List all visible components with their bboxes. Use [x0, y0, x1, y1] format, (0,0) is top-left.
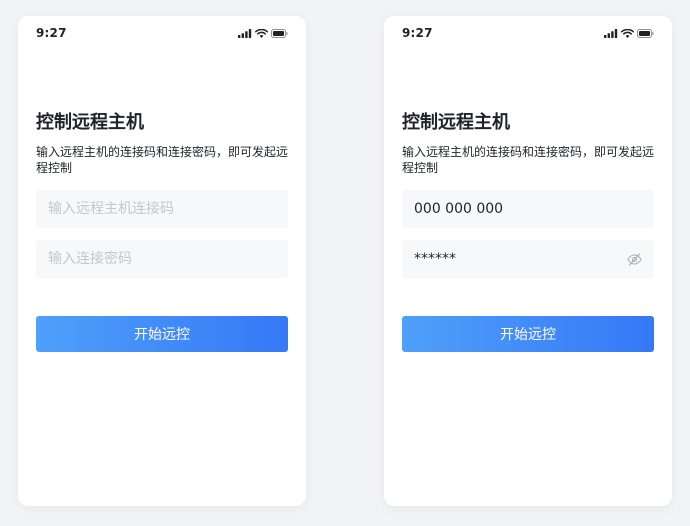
- connection-code-input[interactable]: [414, 190, 642, 228]
- page-description: 输入远程主机的连接码和连接密码，即可发起远程控制: [36, 145, 289, 175]
- status-icons: [238, 28, 288, 38]
- battery-icon: [637, 28, 654, 38]
- page-title: 控制远程主机: [36, 112, 144, 133]
- password-field[interactable]: [36, 240, 288, 278]
- status-bar: 9:27: [402, 24, 654, 42]
- connection-code-input[interactable]: [48, 190, 276, 228]
- status-time: 9:27: [402, 26, 433, 40]
- status-icons: [604, 28, 654, 38]
- status-bar: 9:27: [36, 24, 288, 42]
- signal-icon: [604, 28, 618, 38]
- page-description: 输入远程主机的连接码和连接密码，即可发起远程控制: [402, 145, 655, 175]
- battery-icon: [271, 28, 288, 38]
- connection-code-field[interactable]: [402, 190, 654, 228]
- signal-icon: [238, 28, 252, 38]
- password-input[interactable]: [48, 240, 276, 278]
- password-input[interactable]: [414, 240, 620, 278]
- password-field[interactable]: [402, 240, 654, 278]
- page-title: 控制远程主机: [402, 112, 510, 133]
- start-remote-control-button[interactable]: 开始远控: [36, 316, 288, 352]
- start-remote-control-button[interactable]: 开始远控: [402, 316, 654, 352]
- wifi-icon: [255, 28, 268, 38]
- connection-code-field[interactable]: [36, 190, 288, 228]
- eye-off-icon[interactable]: [626, 251, 642, 267]
- status-time: 9:27: [36, 26, 67, 40]
- phone-screen-empty: 9:27 控制远程主机 输入远程主机的连接码和连接密码，即可发起远程控制 输入远…: [18, 16, 306, 506]
- phone-screen-filled: 9:27 控制远程主机 输入远程主机的连接码和连接密码，即可发起远程控制 000…: [384, 16, 672, 506]
- wifi-icon: [621, 28, 634, 38]
